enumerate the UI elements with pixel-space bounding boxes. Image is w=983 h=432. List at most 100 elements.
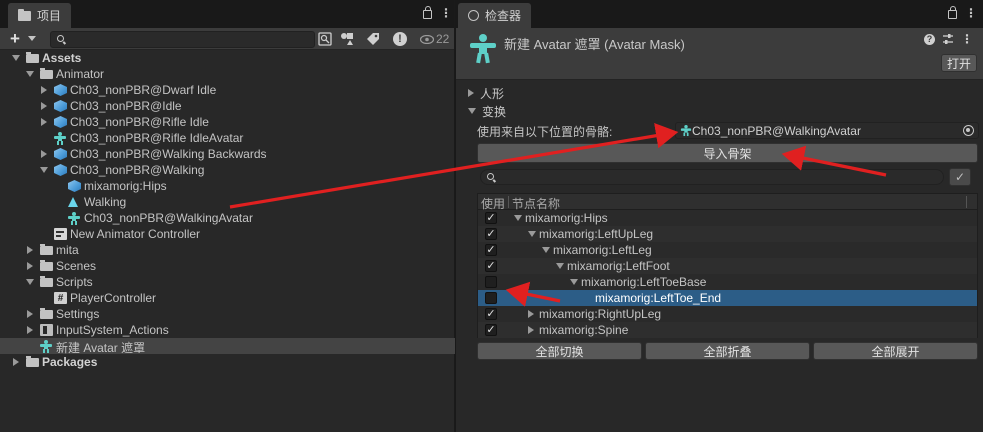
tree-item[interactable]: New Animator Controller — [0, 226, 455, 242]
chevron-right-icon[interactable] — [41, 102, 47, 110]
bone-row[interactable]: ✓ mixamorig:LeftLeg — [478, 242, 977, 258]
bone-use-checkbox[interactable]: ✓ — [485, 324, 497, 336]
bone-row[interactable]: ✓ mixamorig:RightUpLeg — [478, 306, 977, 322]
hidden-packages-toggle[interactable]: 22 — [420, 32, 449, 46]
tree-item[interactable]: Ch03_nonPBR@Dwarf Idle — [0, 82, 455, 98]
bone-use-checkbox[interactable] — [485, 292, 497, 304]
chevron-right-icon[interactable] — [528, 310, 534, 318]
tree-item[interactable]: # PlayerController — [0, 290, 455, 306]
animation-clip-icon — [68, 197, 78, 207]
tree-item[interactable]: Animator — [0, 66, 455, 82]
chevron-down-icon[interactable] — [26, 71, 34, 77]
chevron-right-icon[interactable] — [27, 246, 33, 254]
filter-by-type-icon[interactable] — [338, 31, 356, 47]
chevron-right-icon[interactable] — [41, 150, 47, 158]
toggle-all-button[interactable]: 全部切换 — [477, 342, 642, 360]
apply-search-button[interactable]: ✓ — [949, 168, 971, 186]
search-by-type-icon[interactable] — [316, 31, 334, 47]
tree-item[interactable]: Ch03_nonPBR@WalkingAvatar — [0, 210, 455, 226]
bone-use-checkbox[interactable]: ✓ — [485, 244, 497, 256]
chevron-down-icon[interactable] — [40, 167, 48, 173]
search-input[interactable] — [50, 31, 315, 48]
tree-item-label: Ch03_nonPBR@Walking Backwards — [70, 147, 267, 161]
tree-item[interactable]: Settings — [0, 306, 455, 322]
chevron-down-icon[interactable] — [12, 55, 20, 61]
chevron-down-icon[interactable] — [514, 215, 522, 221]
bone-name: mixamorig:LeftLeg — [553, 243, 652, 257]
lock-icon[interactable] — [948, 6, 957, 19]
bone-row[interactable]: mixamorig:LeftToe_End — [478, 290, 977, 306]
more-options-icon[interactable]: ⋮ — [965, 7, 977, 19]
chevron-right-icon[interactable] — [27, 262, 33, 270]
tree-item-label: Animator — [56, 67, 105, 81]
tree-item[interactable]: mixamorig:Hips — [0, 178, 455, 194]
tree-item[interactable]: Ch03_nonPBR@Rifle Idle — [0, 114, 455, 130]
model-icon — [68, 180, 81, 192]
project-tab-label: 项目 — [37, 9, 62, 23]
bone-use-checkbox[interactable]: ✓ — [485, 212, 497, 224]
chevron-down-icon[interactable] — [26, 279, 34, 285]
bone-use-checkbox[interactable]: ✓ — [485, 228, 497, 240]
chevron-down-icon[interactable] — [570, 279, 578, 285]
tree-item[interactable]: 新建 Avatar 遮罩 — [0, 338, 455, 355]
chevron-right-icon[interactable] — [41, 118, 47, 126]
folder-icon — [40, 68, 53, 79]
bone-row[interactable]: ✓ mixamorig:Hips — [478, 210, 977, 226]
more-options-icon[interactable]: ⋮ — [961, 33, 973, 45]
chevron-down-icon[interactable] — [28, 36, 36, 41]
lock-icon[interactable] — [423, 6, 432, 19]
bone-name: mixamorig:LeftToe_End — [595, 291, 722, 305]
expand-all-button[interactable]: 全部展开 — [813, 342, 978, 360]
chevron-down-icon[interactable] — [556, 263, 564, 269]
tree-item[interactable]: Ch03_nonPBR@Idle — [0, 98, 455, 114]
label-tag-icon[interactable] — [364, 31, 382, 47]
bone-use-checkbox[interactable]: ✓ — [485, 308, 497, 320]
tree-item[interactable]: InputSystem_Actions — [0, 322, 455, 338]
tree-item[interactable]: Ch03_nonPBR@Walking — [0, 162, 455, 178]
chevron-down-icon[interactable] — [528, 231, 536, 237]
tree-item[interactable]: Ch03_nonPBR@Rifle IdleAvatar — [0, 130, 455, 146]
bone-row[interactable]: ✓ mixamorig:LeftFoot — [478, 258, 977, 274]
transform-foldout[interactable]: 变换 — [468, 103, 506, 119]
info-icon — [468, 10, 479, 21]
bone-use-checkbox[interactable]: ✓ — [485, 260, 497, 272]
bone-row[interactable]: mixamorig:LeftToeBase — [478, 274, 977, 290]
project-tree: Assets Animator Ch03_nonPBR@Dwarf Idle Ch03… — [0, 50, 455, 370]
help-icon[interactable]: ? — [924, 33, 935, 45]
humanoid-foldout[interactable]: 人形 — [468, 85, 504, 101]
chevron-right-icon[interactable] — [41, 86, 47, 94]
folder-icon — [40, 308, 53, 319]
tree-item-label: Scenes — [56, 259, 97, 273]
skeleton-source-field[interactable]: Ch03_nonPBR@WalkingAvatar — [675, 122, 979, 139]
create-button[interactable]: + — [10, 30, 20, 48]
chevron-right-icon[interactable] — [13, 358, 19, 366]
chevron-right-icon[interactable] — [27, 326, 33, 334]
model-icon — [54, 148, 67, 160]
tree-item[interactable]: Walking — [0, 194, 455, 210]
more-options-icon[interactable]: ⋮ — [440, 7, 452, 19]
tree-item[interactable]: Scripts — [0, 274, 455, 290]
tree-item[interactable]: Scenes — [0, 258, 455, 274]
tree-item[interactable]: mita — [0, 242, 455, 258]
bone-name: mixamorig:LeftFoot — [567, 259, 670, 273]
object-picker-icon[interactable] — [963, 125, 974, 136]
avatar-icon — [40, 340, 52, 353]
import-skeleton-button[interactable]: 导入骨架 — [477, 143, 978, 163]
tree-item[interactable]: Assets — [0, 50, 455, 66]
warning-filter-icon[interactable]: ! — [391, 31, 409, 47]
chevron-right-icon[interactable] — [528, 326, 534, 334]
bone-row[interactable]: ✓ mixamorig:Spine — [478, 322, 977, 338]
bone-use-checkbox[interactable] — [485, 276, 497, 288]
tree-item[interactable]: Packages — [0, 354, 455, 370]
project-tab[interactable]: 项目 — [8, 3, 72, 28]
bone-table-header: 使用 节点名称 — [478, 194, 977, 211]
presets-icon[interactable] — [942, 33, 954, 45]
bone-search-input[interactable] — [480, 169, 944, 185]
chevron-down-icon[interactable] — [542, 247, 550, 253]
inspector-tab[interactable]: 检查器 — [458, 3, 532, 28]
tree-item[interactable]: Ch03_nonPBR@Walking Backwards — [0, 146, 455, 162]
bone-row[interactable]: ✓ mixamorig:LeftUpLeg — [478, 226, 977, 242]
collapse-all-button[interactable]: 全部折叠 — [645, 342, 810, 360]
chevron-right-icon[interactable] — [27, 310, 33, 318]
open-button[interactable]: 打开 — [941, 54, 977, 72]
